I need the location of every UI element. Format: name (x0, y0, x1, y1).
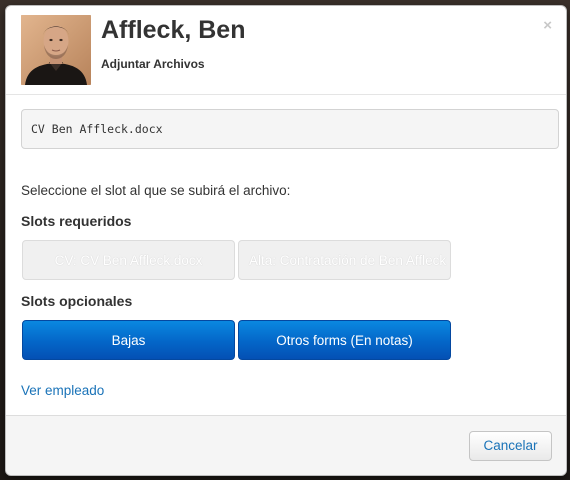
cancel-button[interactable]: Cancelar (469, 431, 552, 461)
modal-subtitle: Adjuntar Archivos (101, 57, 205, 71)
avatar (21, 15, 91, 85)
modal-footer: Cancelar (6, 415, 566, 475)
optional-slot-otros-forms-button[interactable]: Otros forms (En notas) (238, 320, 451, 360)
required-slot-cv-button: CV: CV Ben Affleck.docx (22, 240, 235, 280)
attach-files-modal: Affleck, Ben Adjuntar Archivos × CV Ben … (5, 5, 567, 476)
modal-header: Affleck, Ben Adjuntar Archivos × (6, 6, 566, 95)
modal-title: Affleck, Ben (101, 16, 246, 44)
selected-file-name: CV Ben Affleck.docx (21, 109, 559, 149)
required-slots-heading: Slots requeridos (21, 213, 132, 229)
close-icon[interactable]: × (543, 18, 552, 33)
person-portrait-icon (21, 15, 91, 85)
view-employee-link[interactable]: Ver empleado (21, 383, 104, 398)
required-slot-alta-button: Alta: Contratación de Ben Affleck (238, 240, 451, 280)
optional-slot-bajas-button[interactable]: Bajas (22, 320, 235, 360)
slot-instruction: Seleccione el slot al que se subirá el a… (21, 183, 291, 198)
optional-slots-heading: Slots opcionales (21, 293, 133, 309)
